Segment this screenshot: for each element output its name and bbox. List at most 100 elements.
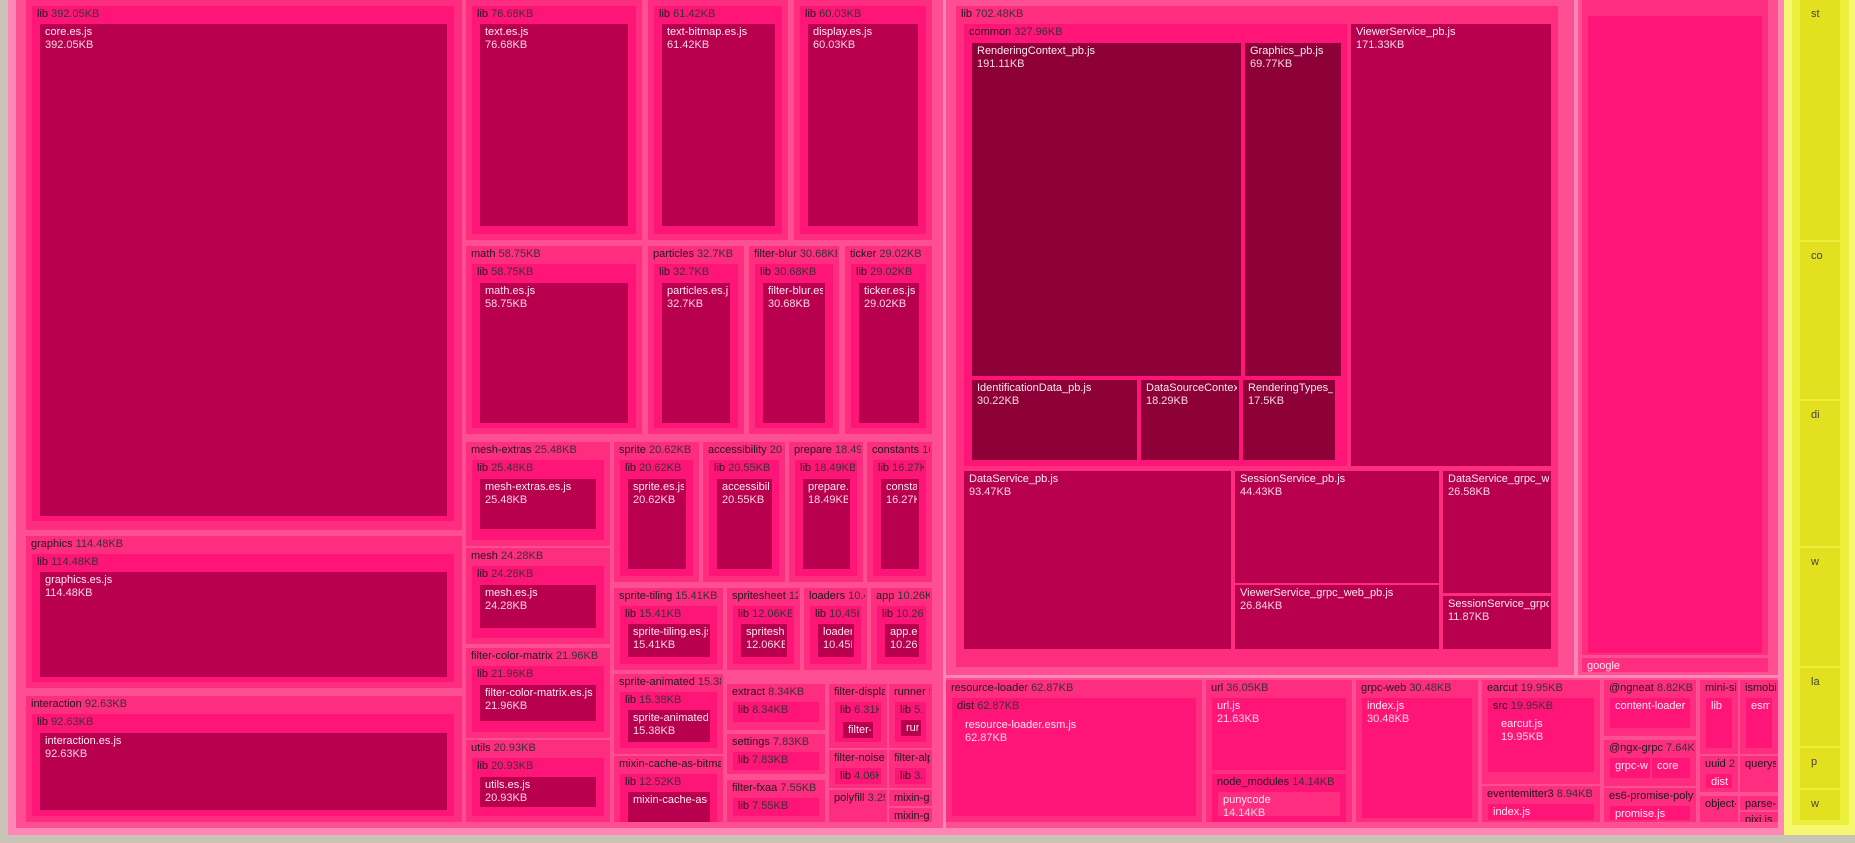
yellow-module-label-l3[interactable]: di: [1806, 407, 1838, 423]
yellow-module-label-l2[interactable]: co: [1806, 248, 1838, 264]
mixin-file[interactable]: mixin-cache-as-bitmap.es.js: [628, 792, 710, 822]
filternoise-lib[interactable]: lib 4.06KB: [835, 768, 881, 784]
dataservice-grpc-file[interactable]: DataService_grpc_web_pb.js26.58KB: [1443, 471, 1551, 593]
cell-size: 30.68KB: [799, 248, 837, 260]
filteralpha-lib[interactable]: lib 3.1KB: [895, 768, 926, 784]
constants-file-label: constants.es.js16.27KB: [886, 481, 917, 507]
querystring-package[interactable]: querystring: [1740, 756, 1778, 792]
objectassign-package[interactable]: object-assign: [1700, 796, 1738, 822]
viewerservice-grpc-file[interactable]: ViewerService_grpc_web_pb.js 26.84KB: [1235, 585, 1439, 649]
cell-size: 26.84KB: [1240, 600, 1283, 612]
sprite-package-label: sprite 20.62KB: [619, 444, 697, 457]
mixinget-package[interactable]: mixin-get-child-by-name: [889, 790, 932, 806]
cell-size: 29.02KB: [879, 248, 922, 260]
settings-lib[interactable]: lib 7.83KB: [733, 752, 819, 770]
cell-size: 12.06KB: [746, 639, 785, 651]
mesh-file[interactable]: mesh.es.js 24.28KB: [480, 585, 596, 628]
ngxgrpc-b[interactable]: core: [1652, 758, 1690, 778]
prepare-lib-label: lib 18.49KB: [800, 462, 855, 475]
interaction-file[interactable]: interaction.es.js 92.63KB: [40, 733, 447, 810]
core-file[interactable]: core.es.js 392.05KB: [40, 24, 447, 516]
cell-name: mini-signals: [1705, 682, 1736, 694]
cell-name: loaders: [809, 590, 846, 602]
url-file[interactable]: url.js 21.63KB: [1212, 698, 1346, 770]
sessionservice-grpc-file[interactable]: SessionService_grpc_web_pb.js11.87KB: [1443, 596, 1551, 649]
rendering-context-file[interactable]: RenderingContext_pb.js 191.11KB: [972, 43, 1241, 376]
parseuri-package[interactable]: parse-uri: [1740, 796, 1778, 810]
sprite-file[interactable]: sprite.es.js 20.62KB: [628, 479, 686, 569]
cell-name: parse-uri: [1745, 798, 1776, 810]
grpcweb-file[interactable]: index.js 30.48KB: [1362, 698, 1472, 818]
runner-file-label: runner.es.js: [906, 722, 919, 735]
identification-file[interactable]: IdentificationData_pb.js 30.22KB: [972, 380, 1137, 460]
cell-size: 114.48KB: [75, 538, 124, 550]
punycode-dir[interactable]: punycode 14.14KB: [1218, 792, 1340, 816]
right-big-file[interactable]: [1588, 16, 1762, 653]
yellow-module-l1[interactable]: [1800, 0, 1840, 240]
pixiinit-package[interactable]: pixi.js: [1740, 812, 1778, 822]
cell-name: punycode: [1223, 794, 1271, 806]
cell-size: 24.28KB: [485, 600, 528, 612]
constants-file[interactable]: constants.es.js16.27KB: [881, 479, 919, 569]
promise-file[interactable]: promise.js: [1610, 806, 1690, 820]
eventemitter3-file[interactable]: index.js: [1488, 804, 1594, 820]
cell-name: sprite: [619, 444, 646, 456]
filterblur-file[interactable]: filter-blur.es.js30.68KB: [763, 283, 825, 423]
cell-size: 62.87KB: [965, 732, 1008, 744]
utils-file[interactable]: utils.es.js 20.93KB: [480, 777, 596, 807]
cell-size: 12.52KB: [639, 776, 682, 788]
accessibility-file[interactable]: accessibility.es.js20.55KB: [717, 479, 772, 569]
mesh-lib-label: lib 24.28KB: [477, 568, 602, 581]
spriteanimated-file[interactable]: sprite-animated.es.js15.38KB: [628, 710, 710, 742]
cell-name: sprite.es.js: [633, 481, 684, 493]
viewerservice-file[interactable]: ViewerService_pb.js 171.33KB: [1351, 24, 1551, 466]
prepare-file[interactable]: prepare.es.js18.49KB: [803, 479, 850, 569]
filterfxaa-lib[interactable]: lib 7.55KB: [733, 798, 819, 816]
meshextras-file[interactable]: mesh-extras.es.js 25.48KB: [480, 479, 596, 529]
yellow-module-label-l6[interactable]: p: [1806, 754, 1838, 770]
particles-file[interactable]: particles.es.js 32.7KB: [662, 283, 730, 423]
graphics-file[interactable]: graphics.es.js 114.48KB: [40, 572, 447, 677]
yellow-module-label-l5[interactable]: la: [1806, 674, 1838, 690]
sessionservice-file[interactable]: SessionService_pb.js 44.43KB: [1235, 471, 1439, 583]
dataservice-file[interactable]: DataService_pb.js 93.47KB: [964, 471, 1231, 649]
extract-lib[interactable]: lib 8.34KB: [733, 702, 819, 722]
yellow-module-label-l1[interactable]: st: [1806, 6, 1838, 22]
loaders-file[interactable]: loaders.es.js10.45KB: [818, 624, 854, 657]
spritesheet-file[interactable]: spritesheet.es.js12.06KB: [741, 624, 787, 657]
text-file[interactable]: text.es.js 76.68KB: [480, 24, 628, 226]
ticker-file[interactable]: ticker.es.js 29.02KB: [859, 283, 919, 423]
graphics-pb-file[interactable]: Graphics_pb.js 69.77KB: [1245, 43, 1341, 376]
filterdisplacement-file[interactable]: filter-displacement.es.js: [843, 722, 873, 738]
cell-size: 702.48KB: [975, 8, 1024, 20]
cell-size: 36.05KB: [1226, 682, 1269, 694]
cell-name: lib: [477, 668, 489, 680]
google-package[interactable]: google4.35KB: [1582, 658, 1768, 672]
ismobile-package-label: ismobilejs: [1745, 682, 1776, 695]
cell-name: earcut.js: [1501, 718, 1543, 730]
mixinget2-package[interactable]: mixin-get-global-position: [889, 808, 932, 822]
textbitmap-file[interactable]: text-bitmap.es.js 61.42KB: [662, 24, 775, 226]
display-file-label: display.es.js 60.03KB: [813, 26, 916, 52]
yellow-module-l2[interactable]: [1800, 242, 1840, 399]
minisignals-lib[interactable]: lib: [1706, 698, 1732, 748]
yellow-module-label-l4[interactable]: w: [1806, 554, 1838, 570]
ismobile-esm[interactable]: esm: [1746, 698, 1772, 748]
spritetiling-file[interactable]: sprite-tiling.es.js 15.41KB: [628, 624, 710, 657]
uuid-dist[interactable]: dist: [1706, 774, 1732, 788]
app-file[interactable]: app.es.js10.26KB: [885, 624, 919, 657]
yellow-module-label-l7[interactable]: w: [1806, 796, 1838, 812]
fcm-file[interactable]: filter-color-matrix.es.js 21.96KB: [480, 685, 596, 721]
ngxgrpc-a[interactable]: grpc-web-client: [1610, 758, 1650, 778]
renderingtypes-file[interactable]: RenderingTypes_pb.js17.5KB: [1243, 380, 1335, 460]
runner-file[interactable]: runner.es.js: [901, 720, 921, 736]
datasourcecontext-file[interactable]: DataSourceContext_pb.js18.29KB: [1141, 380, 1239, 460]
cell-size: 392.05KB: [51, 8, 100, 20]
contentloader-dir[interactable]: content-loader: [1610, 698, 1690, 728]
math-file[interactable]: math.es.js 58.75KB: [480, 283, 628, 423]
cell-name: filter-displacement.es.js: [848, 724, 871, 736]
resourceloader-file[interactable]: resource-loader.esm.js 62.87KB: [960, 717, 1188, 811]
polyfill-package[interactable]: polyfill 3.29KB: [829, 790, 887, 822]
earcut-file[interactable]: earcut.js 19.95KB: [1496, 716, 1586, 764]
display-file[interactable]: display.es.js 60.03KB: [808, 24, 918, 226]
